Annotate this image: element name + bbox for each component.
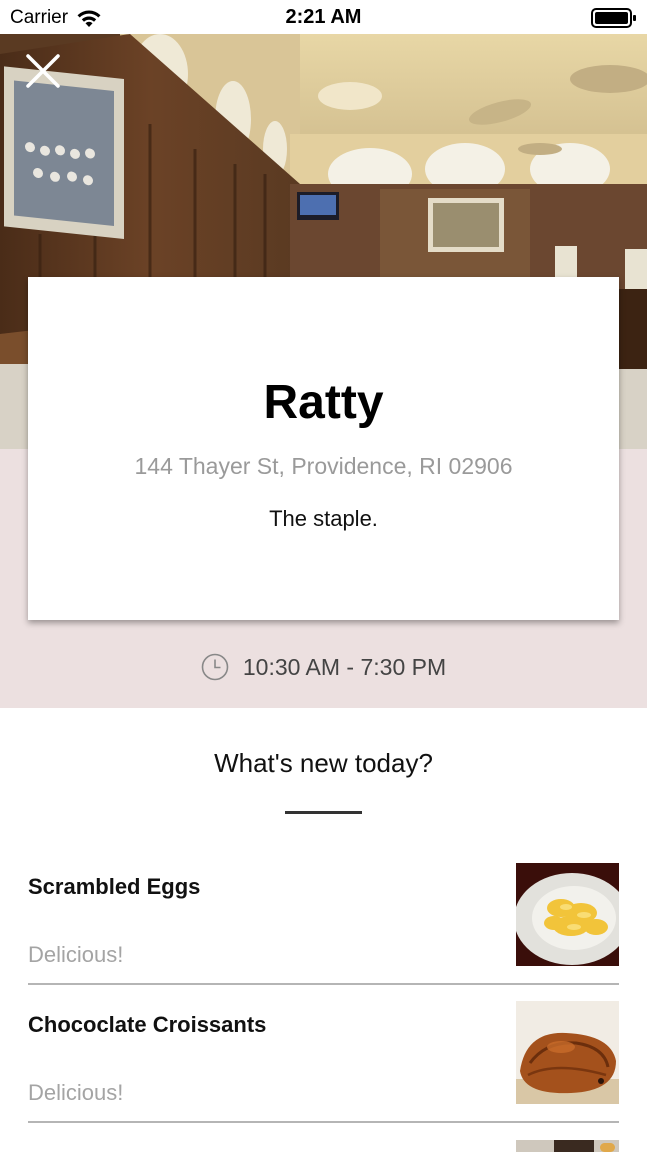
close-icon bbox=[26, 54, 60, 88]
menu-item-name: Scrambled Eggs bbox=[28, 874, 201, 899]
chocolate-croissant-photo bbox=[516, 1001, 619, 1104]
hours-row: 10:30 AM - 7:30 PM bbox=[0, 650, 647, 684]
location-address: 144 Thayer St, Providence, RI 02906 bbox=[134, 453, 513, 479]
close-button[interactable] bbox=[22, 50, 66, 94]
section-divider bbox=[285, 811, 362, 814]
scrambled-eggs-photo bbox=[516, 863, 619, 966]
menu-item-thumbnail-partial bbox=[516, 1140, 619, 1152]
battery-icon bbox=[591, 8, 637, 33]
location-tagline: The staple. bbox=[269, 506, 378, 531]
menu-item-name: Chococlate Croissants bbox=[28, 1012, 267, 1037]
clock-icon bbox=[201, 653, 229, 681]
menu-item-scrambled-eggs[interactable]: Scrambled Eggs Delicious! bbox=[28, 863, 619, 985]
status-time: 2:21 AM bbox=[285, 6, 362, 28]
location-title: Ratty bbox=[263, 376, 384, 429]
status-bar: Carrier 2:21 AM bbox=[0, 0, 647, 34]
section-title: What's new today? bbox=[214, 748, 433, 778]
location-card: Ratty 144 Thayer St, Providence, RI 0290… bbox=[28, 277, 619, 620]
menu-item-description: Delicious! bbox=[28, 942, 124, 967]
menu-item-chocolate-croissants[interactable]: Chococlate Croissants Delicious! bbox=[28, 1001, 619, 1123]
menu-item-description: Delicious! bbox=[28, 1080, 124, 1105]
hours-text: 10:30 AM - 7:30 PM bbox=[242, 653, 447, 680]
